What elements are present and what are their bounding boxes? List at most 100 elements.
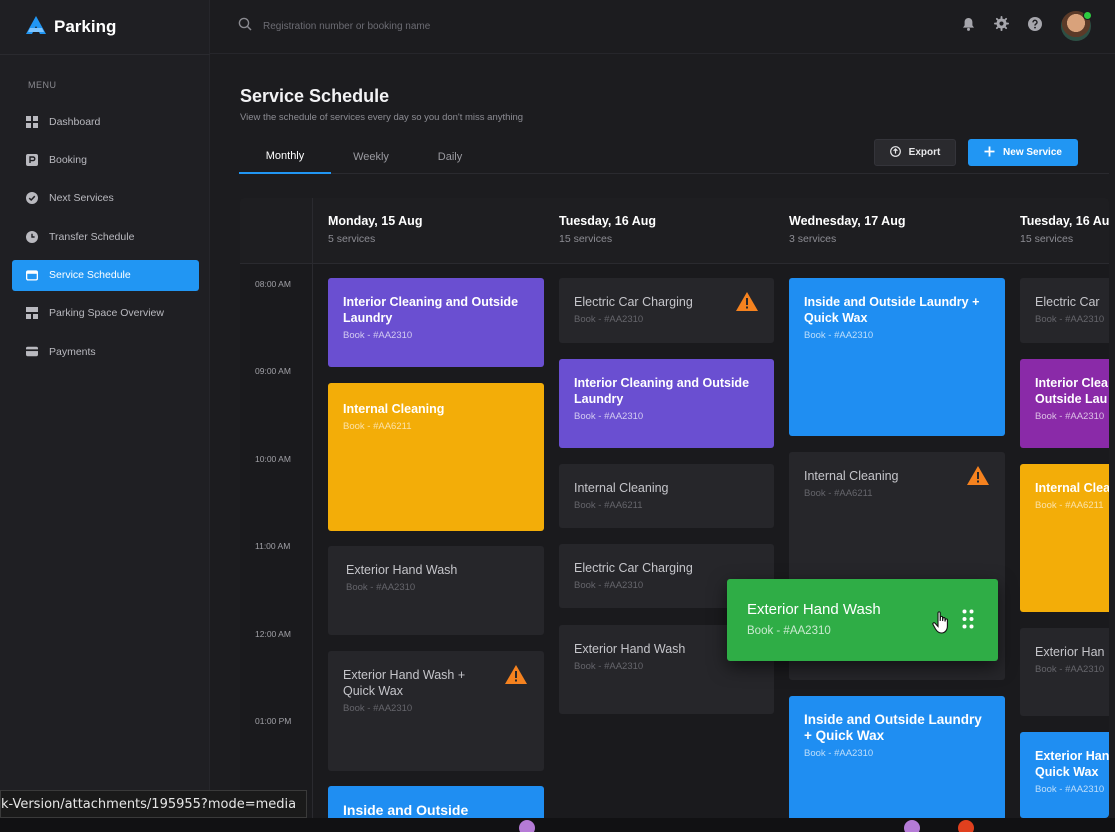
service-title: Exterior Han Quick Wax (1035, 749, 1109, 779)
sidebar-nav: Dashboard Booking Next Services Transfer… (12, 106, 199, 375)
service-title: Internal Cleaning (574, 481, 669, 495)
dragging-service-card[interactable]: Exterior Hand Wash Book - #AA2310 (727, 579, 998, 661)
booking-ref: Book - #AA6211 (804, 488, 873, 499)
booking-ref: Book - #AA2310 (343, 703, 413, 714)
service-card[interactable]: Internal Clea Book - #AA6211 (1020, 464, 1109, 612)
service-title: Exterior Hand Wash (346, 563, 458, 577)
time-column-divider (312, 198, 313, 818)
booking-ref: Book - #AA6211 (343, 421, 412, 432)
booking-ref: Book - #AA2310 (1035, 314, 1105, 325)
sidebar-item-transfer-schedule[interactable]: Transfer Schedule (12, 221, 199, 252)
sidebar-item-parking-space-overview[interactable]: Parking Space Overview (12, 298, 199, 329)
taskbar-app-icon[interactable] (904, 820, 920, 832)
search-input[interactable] (263, 21, 523, 32)
warning-icon (505, 665, 527, 689)
avatar[interactable] (1061, 11, 1092, 41)
service-title: Inside and Outside Laundry + Quick Wax (804, 712, 982, 743)
day-header: Wednesday, 17 Aug 3 services (789, 214, 905, 245)
service-card[interactable]: Interior Clea Outside Lau Book - #AA2310 (1020, 359, 1109, 448)
search-bar (238, 17, 523, 36)
time-label: 12:00 AM (255, 629, 291, 639)
booking-ref: Book - #AA2310 (574, 411, 644, 422)
card-icon (26, 346, 38, 358)
day-title: Tuesday, 16 Aug (1020, 214, 1109, 228)
clock-icon (26, 230, 38, 243)
drag-handle-icon[interactable] (962, 609, 974, 634)
sidebar-item-dashboard[interactable]: Dashboard (12, 106, 199, 137)
sidebar-item-label: Parking Space Overview (49, 307, 164, 320)
export-label: Export (908, 147, 941, 158)
parking-logo-icon (26, 15, 46, 39)
app-window: Parking MENU Dashboard Booking Next Serv… (0, 0, 1115, 832)
service-card[interactable]: Inside and Outside (328, 786, 544, 818)
new-service-button[interactable]: New Service (968, 139, 1078, 166)
service-card[interactable]: Exterior Han Book - #AA2310 (1020, 628, 1109, 716)
booking-ref: Book - #AA6211 (1035, 500, 1104, 511)
service-card[interactable]: Internal Cleaning Book - #AA6211 (559, 464, 774, 528)
sidebar-item-payments[interactable]: Payments (12, 336, 199, 367)
search-icon (238, 17, 252, 36)
time-label: 01:00 PM (255, 716, 292, 726)
tab-monthly[interactable]: Monthly (239, 140, 331, 174)
day-title: Tuesday, 16 Aug (559, 214, 657, 228)
header-actions (962, 11, 1092, 41)
help-icon[interactable] (1028, 16, 1042, 36)
service-title: Inside and Outside (343, 802, 469, 818)
sidebar-item-booking[interactable]: Booking (12, 144, 199, 175)
page-title: Service Schedule (240, 86, 390, 106)
tab-weekly[interactable]: Weekly (335, 140, 407, 173)
plus-icon (984, 146, 995, 160)
tab-daily[interactable]: Daily (415, 140, 485, 173)
service-title: Interior Cleaning and Outside Laundry (343, 295, 519, 325)
taskbar-app-icon[interactable] (958, 820, 974, 832)
service-title: Internal Clea (1035, 481, 1109, 495)
sidebar-item-label: Next Services (49, 192, 114, 205)
service-card[interactable]: Interior Cleaning and Outside Laundry Bo… (559, 359, 774, 448)
time-label: 11:00 AM (255, 541, 291, 551)
warning-icon (736, 292, 758, 316)
app-name: Parking (54, 17, 117, 36)
day-service-count: 5 services (328, 233, 376, 245)
export-button[interactable]: Export (874, 139, 956, 166)
booking-ref: Book - #AA2310 (804, 748, 874, 759)
service-card[interactable]: Electric Car Book - #AA2310 (1020, 278, 1109, 343)
gear-icon[interactable] (994, 16, 1009, 36)
bell-icon[interactable] (962, 17, 975, 36)
booking-ref: Book - #AA2310 (343, 330, 413, 341)
service-title: Inside and Outside Laundry + Quick Wax (804, 295, 980, 325)
warning-icon (967, 466, 989, 490)
service-card[interactable]: Exterior Han Quick Wax Book - #AA2310 (1020, 732, 1109, 818)
sidebar-divider (0, 54, 210, 55)
service-card[interactable]: Electric Car Charging Book - #AA2310 (559, 278, 774, 343)
service-card[interactable]: Inside and Outside Laundry + Quick Wax B… (789, 696, 1005, 818)
service-card[interactable]: Inside and Outside Laundry + Quick Wax B… (789, 278, 1005, 436)
sidebar-item-next-services[interactable]: Next Services (12, 183, 199, 214)
service-title: Internal Cleaning (804, 469, 899, 483)
top-bar (210, 0, 1115, 54)
booking-ref: Book - #AA2310 (1035, 784, 1105, 795)
page-subtitle: View the schedule of services every day … (240, 112, 524, 123)
service-card[interactable]: Internal Cleaning Book - #AA6211 (328, 383, 544, 531)
sidebar-item-label: Booking (49, 153, 87, 166)
booking-ref: Book - #AA2310 (574, 661, 644, 672)
service-card[interactable]: Interior Cleaning and Outside Laundry Bo… (328, 278, 544, 367)
sidebar-item-label: Dashboard (49, 115, 101, 128)
calendar-icon (26, 269, 38, 281)
day-service-count: 3 services (789, 233, 837, 245)
time-label: 10:00 AM (255, 454, 291, 464)
booking-ref: Book - #AA2310 (804, 330, 874, 341)
taskbar-app-icon[interactable] (519, 820, 535, 832)
day-header: Tuesday, 16 Aug 15 services (559, 214, 656, 245)
day-header: Tuesday, 16 Aug 15 services (1020, 214, 1109, 245)
booking-ref: Book - #AA2310 (1035, 664, 1105, 675)
service-card[interactable]: Exterior Hand Wash Book - #AA2310 (328, 546, 544, 635)
service-title: Electric Car Charging (574, 561, 693, 575)
service-title: Interior Clea Outside Lau (1035, 376, 1108, 406)
sidebar: Parking MENU Dashboard Booking Next Serv… (0, 0, 210, 832)
service-card[interactable]: Exterior Hand Wash + Quick Wax Book - #A… (328, 651, 544, 771)
sidebar-item-service-schedule[interactable]: Service Schedule (12, 259, 199, 291)
brand[interactable]: Parking (26, 14, 116, 40)
layout-icon (26, 307, 38, 320)
service-title: Exterior Hand Wash + Quick Wax (343, 668, 466, 698)
time-label: 08:00 AM (255, 279, 291, 289)
